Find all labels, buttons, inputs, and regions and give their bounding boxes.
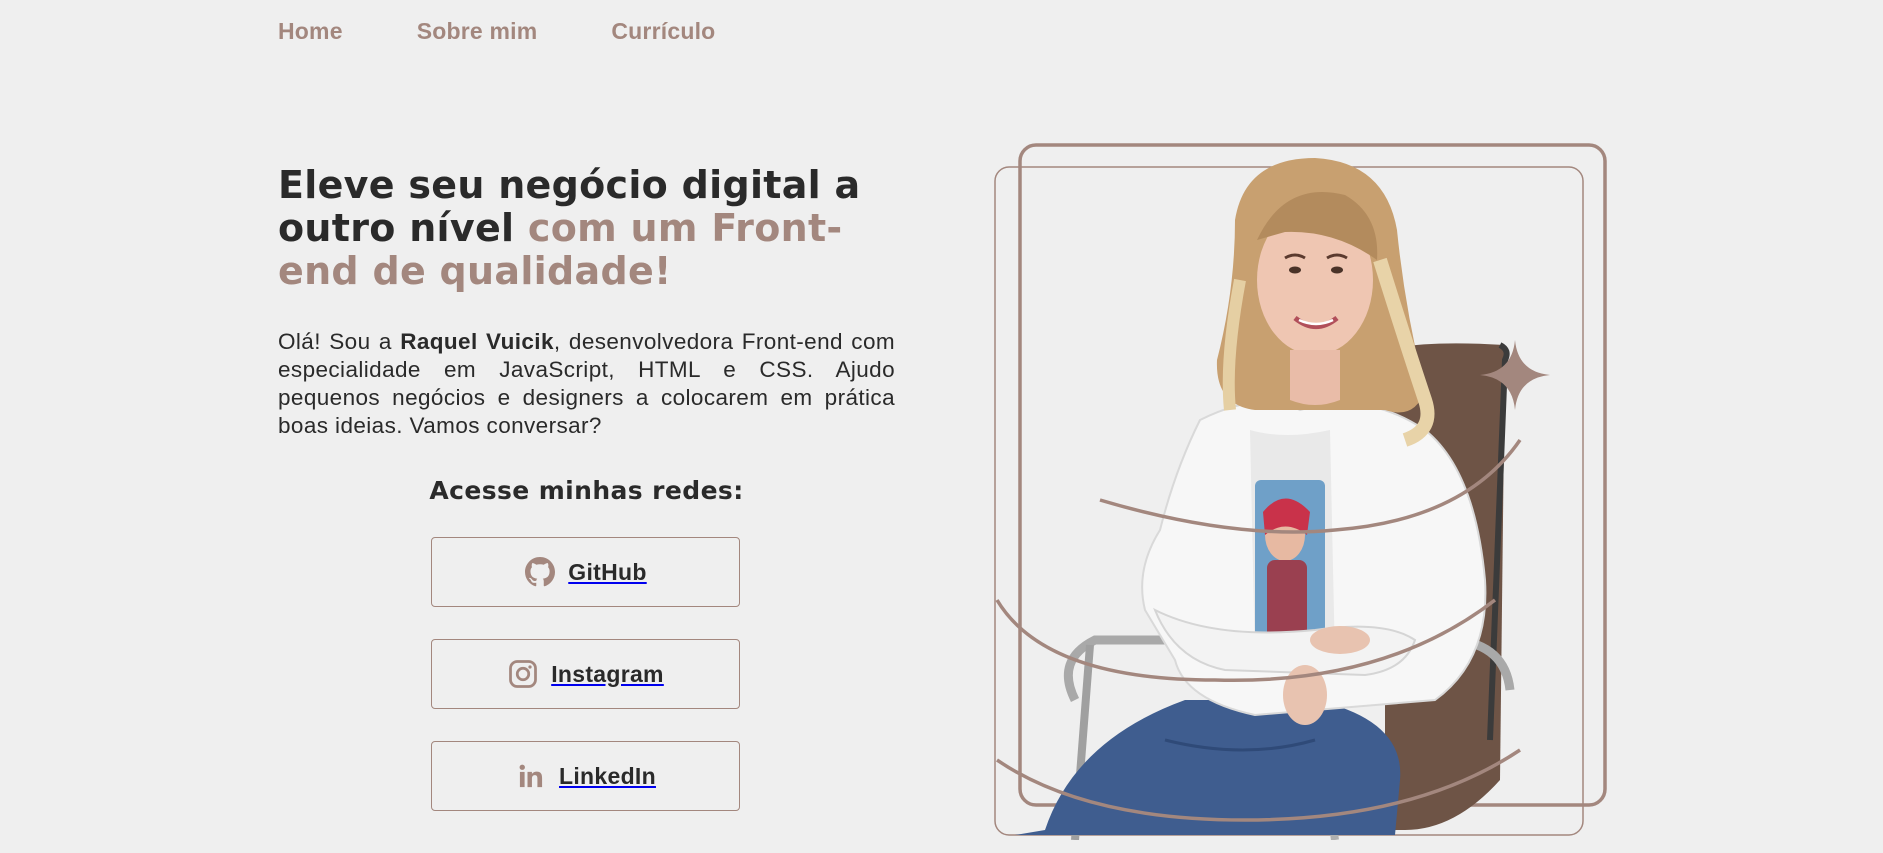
github-button[interactable]: GitHub — [431, 537, 740, 607]
instagram-icon — [507, 658, 539, 690]
profile-photo — [985, 140, 1610, 841]
instagram-button-label: Instagram — [551, 660, 664, 687]
top-nav: Home Sobre mim Currículo — [278, 18, 715, 45]
instagram-button[interactable]: Instagram — [431, 639, 740, 709]
intro-paragraph: Olá! Sou a Raquel Vuicik, desenvolvedora… — [278, 328, 895, 440]
github-button-label: GitHub — [568, 558, 647, 585]
linkedin-icon — [515, 760, 547, 792]
intro-text-start: Olá! Sou a — [278, 329, 401, 354]
intro-name: Raquel Vuicik — [400, 329, 554, 354]
nav-resume-link[interactable]: Currículo — [611, 18, 715, 45]
page: Home Sobre mim Currículo Eleve seu negóc… — [0, 0, 1883, 853]
nav-home-link[interactable]: Home — [278, 18, 343, 45]
linkedin-button-label: LinkedIn — [559, 762, 656, 789]
hero-title: Eleve seu negócio digital a outro nível … — [278, 164, 918, 293]
github-icon — [524, 556, 556, 588]
linkedin-button[interactable]: LinkedIn — [431, 741, 740, 811]
nav-about-link[interactable]: Sobre mim — [417, 18, 538, 45]
networks-title: Acesse minhas redes: — [429, 476, 744, 505]
